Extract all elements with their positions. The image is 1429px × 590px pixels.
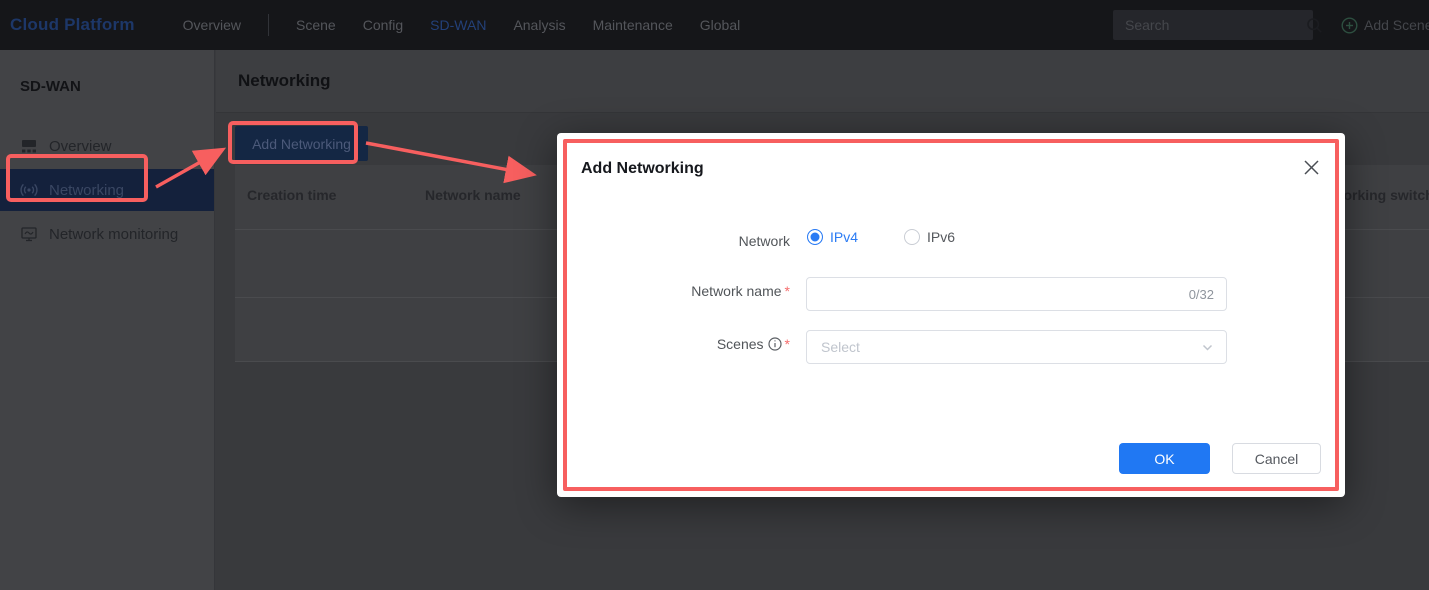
sidebar: SD-WAN Overview Networking Network monit… [0, 50, 215, 590]
scenes-select[interactable]: Select [806, 330, 1227, 364]
close-icon[interactable] [1301, 157, 1321, 177]
network-name-label: Network name * [691, 283, 790, 299]
ok-button[interactable]: OK [1119, 443, 1210, 474]
page-title: Networking [238, 71, 331, 90]
sidebar-title: SD-WAN [20, 78, 81, 95]
annotation-box-modal [563, 139, 1339, 491]
sidebar-item-networking[interactable]: Networking [0, 169, 214, 211]
plus-circle-icon [1341, 16, 1358, 34]
ipv4-label[interactable]: IPv4 [830, 229, 858, 245]
main-nav: Overview Scene Config SD-WAN Analysis Ma… [183, 14, 768, 36]
network-name-input[interactable] [807, 286, 1189, 302]
modal-title: Add Networking [581, 160, 704, 177]
app-window: Cloud Platform Overview Scene Config SD-… [0, 0, 1429, 590]
ipv6-radio[interactable] [904, 229, 921, 245]
sidebar-item-label: Network monitoring [49, 225, 179, 243]
ipv4-radio[interactable] [807, 229, 823, 245]
scenes-label: Scenes * [716, 336, 790, 354]
network-radio-group: IPv4 IPv6 [807, 229, 955, 245]
nav-item-global[interactable]: Global [700, 17, 740, 33]
nav-divider [268, 14, 269, 36]
required-asterisk: * [784, 283, 790, 299]
ipv6-label[interactable]: IPv6 [927, 229, 955, 245]
network-label: Network [738, 233, 790, 249]
required-asterisk: * [784, 336, 790, 352]
search-icon[interactable] [1306, 17, 1323, 34]
select-placeholder: Select [821, 339, 860, 355]
sidebar-item-label: Overview [49, 137, 112, 155]
top-navbar: Cloud Platform Overview Scene Config SD-… [0, 0, 1429, 50]
search-input[interactable] [1113, 17, 1306, 33]
overview-icon [20, 137, 40, 155]
search-box[interactable] [1113, 10, 1322, 40]
sidebar-item-label: Networking [49, 181, 125, 199]
sidebar-item-network-monitoring[interactable]: Network monitoring [0, 213, 214, 255]
nav-item-sdwan[interactable]: SD-WAN [430, 17, 486, 33]
network-name-field: 0/32 [806, 277, 1227, 311]
info-icon[interactable] [767, 337, 782, 354]
sidebar-item-overview[interactable]: Overview [0, 125, 214, 167]
nav-item-config[interactable]: Config [363, 17, 403, 33]
chevron-down-icon [1201, 341, 1226, 354]
add-networking-button[interactable]: Add Networking [235, 126, 368, 161]
nav-item-maintenance[interactable]: Maintenance [593, 17, 673, 33]
add-scene-button[interactable]: Add Scene [1341, 0, 1429, 50]
broadcast-icon [20, 181, 40, 199]
add-networking-modal: Add Networking Network IPv4 IPv6 Network… [557, 133, 1345, 497]
nav-item-scene[interactable]: Scene [296, 17, 336, 33]
cancel-button[interactable]: Cancel [1232, 443, 1321, 474]
monitor-icon [20, 225, 40, 243]
char-counter: 0/32 [1188, 286, 1214, 302]
page-header-band [216, 50, 1429, 113]
column-header-creation-time: Creation time [247, 187, 337, 203]
brand-logo: Cloud Platform [10, 15, 135, 34]
nav-item-analysis[interactable]: Analysis [513, 17, 565, 33]
add-scene-label: Add Scene [1364, 17, 1429, 33]
column-header-network-name: Network name [425, 187, 521, 203]
nav-item-overview[interactable]: Overview [183, 17, 241, 33]
